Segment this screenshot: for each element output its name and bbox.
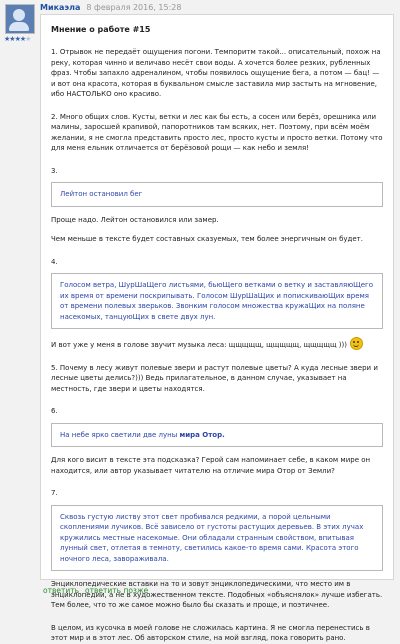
comment-4: И вот уже у меня в голове звучит музыка …	[51, 337, 383, 351]
comment-date: 8 февраля 2016, 15:28	[86, 3, 182, 12]
section-number-6: 6.	[51, 407, 58, 415]
author-link[interactable]: Микаэла	[40, 3, 80, 12]
paragraph-2: 2. Много общих слов. Кусты, ветки и лес …	[51, 112, 383, 153]
quote-7: Сквозь густую листву этот свет пробивалс…	[51, 504, 383, 571]
smiley-icon	[349, 337, 363, 350]
conclusion: В целом, из кусочка в моей голове не сло…	[51, 623, 370, 643]
rating-stars: ★★★★★	[4, 35, 31, 43]
section-number-3: 3.	[51, 166, 58, 175]
reply-later-link[interactable]: ответить позже	[85, 586, 148, 595]
comment-3b: Чем меньше в тексте будет составных сказ…	[51, 235, 363, 243]
comment-actions: ответить ответить позже	[43, 586, 154, 595]
user-avatar[interactable]	[5, 4, 35, 34]
quote-6: На небе ярко светили две луны мира Отор.	[51, 422, 383, 447]
quote-6-text: На небе ярко светили две луны	[60, 430, 180, 439]
section-number-7: 7.	[51, 489, 58, 497]
paragraph-1: 1. Отрывок не передаёт ощущения погони. …	[51, 48, 381, 98]
comment-4-text: И вот уже у меня в голове звучит музыка …	[51, 341, 347, 349]
comment-3a: Проще надо. Лейтон остановился или замер…	[51, 215, 219, 224]
paragraph-5: 5. Почему в лесу живут полевые звери и р…	[51, 363, 378, 393]
comment-body: Мнение о работе #15 1. Отрывок не переда…	[40, 14, 394, 642]
comment-header: Микаэла 8 февраля 2016, 15:28	[40, 3, 181, 12]
section-number-4: 4.	[51, 257, 58, 266]
reply-link[interactable]: ответить	[43, 586, 79, 595]
comment-title: Мнение о работе #15	[51, 25, 151, 34]
quote-6-highlight: мира Отор.	[179, 430, 225, 439]
quote-4: Голосом ветра, ШурШаЩего листьями, бьюЩе…	[51, 273, 383, 329]
comment-6: Для кого висит в тексте эта подсказка? Г…	[51, 456, 371, 475]
star-icon: ★	[25, 35, 31, 43]
comment: ★★★★★ Микаэла 8 февраля 2016, 15:28 Мнени…	[0, 0, 400, 642]
quote-3: Лейтон остановил бег	[51, 182, 383, 207]
